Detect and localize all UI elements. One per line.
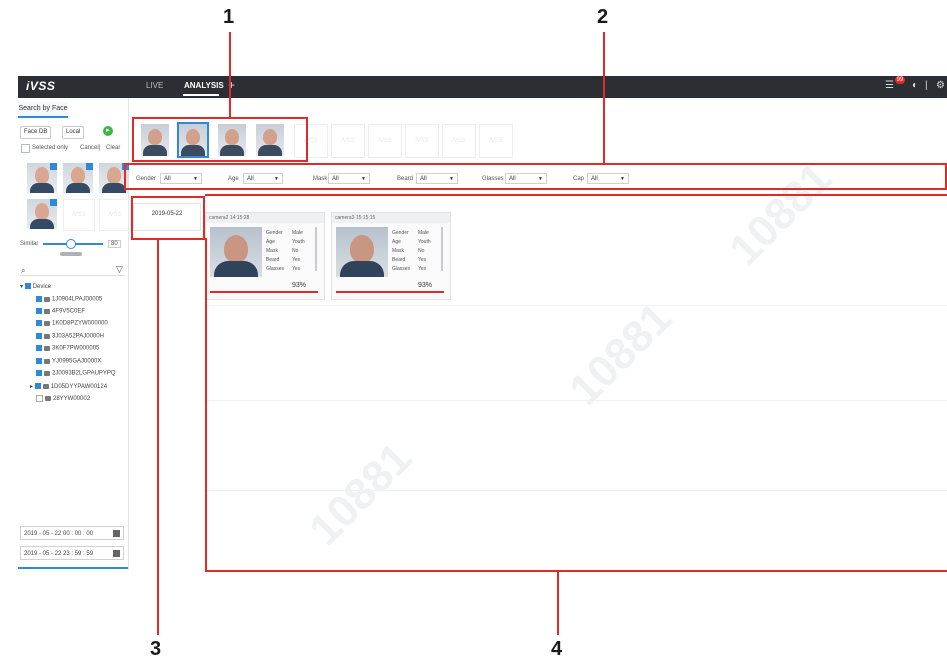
end-time-field[interactable]: 2019 - 05 - 22 23 : 59 : 59: [20, 546, 124, 560]
settings-icon[interactable]: ⚙: [936, 80, 945, 91]
filter-icon[interactable]: ▽: [116, 264, 123, 275]
alarm-badge: 99: [895, 76, 905, 84]
slider-handle[interactable]: [66, 239, 76, 249]
calendar-icon[interactable]: [113, 550, 120, 557]
similarity-value[interactable]: 80: [108, 240, 121, 248]
divider: |: [925, 80, 928, 91]
callout-box-2: [124, 163, 947, 190]
device-label: 3J03A52PAJ0000H: [52, 333, 104, 340]
empty-slot: iVSS: [368, 124, 402, 158]
tab-search-by-face[interactable]: Search by Face: [18, 102, 68, 118]
device-label: 28YYW00002: [53, 396, 91, 403]
device-label: 1D05DYYPAW00124: [50, 384, 108, 390]
empty-slot: iVSS: [63, 199, 95, 231]
face-db-label: Face DB: [24, 129, 48, 135]
device-label: 1J0904LPAJ00005: [52, 296, 103, 303]
tree-device[interactable]: 3K0F7PW000005: [36, 345, 99, 352]
panel-bottom-accent: [18, 567, 128, 569]
local-label: Local: [66, 129, 81, 135]
tree-device[interactable]: 3J03A52PAJ0000H: [36, 333, 104, 340]
empty-slot: iVSS: [331, 124, 365, 158]
tree-root-label: Device: [32, 284, 52, 290]
selected-only-checkbox[interactable]: [21, 144, 30, 153]
end-time-value: 2019 - 05 - 22 23 : 59 : 59: [24, 551, 94, 557]
callout-leader-3: [157, 239, 159, 635]
device-label: YJ0995GAJ0000X: [52, 358, 102, 365]
empty-slot: iVSS: [99, 199, 131, 231]
device-label: 2J0093B2LGPAUPYPQ: [52, 370, 116, 377]
callout-leader-1: [229, 32, 231, 118]
face-thumbnail[interactable]: [27, 199, 57, 229]
search-go-icon[interactable]: ▸: [103, 126, 113, 136]
collapse-handle[interactable]: [60, 252, 82, 256]
cancel-link[interactable]: Cancel: [80, 145, 99, 151]
callout-number-1: 1: [223, 6, 235, 28]
device-search-input[interactable]: [20, 262, 125, 276]
start-time-value: 2019 - 05 - 22 00 : 00 : 00: [24, 531, 94, 537]
search-icon: ⌕: [21, 266, 26, 275]
clear-link[interactable]: Clear: [106, 145, 120, 151]
device-label: 3K0F7PW000005: [52, 345, 100, 352]
callout-number-3: 3: [150, 638, 162, 660]
tree-device[interactable]: ▸ 1D05DYYPAW00124: [30, 383, 107, 390]
tree-device[interactable]: 4F9V5C0EF: [36, 308, 85, 315]
selected-only-label: Selected only: [32, 145, 69, 151]
tree-device[interactable]: 2J0093B2LGPAUPYPQ: [36, 370, 116, 377]
tree-device[interactable]: 1K0D8PZYW000000: [36, 320, 108, 327]
empty-slot: iVSS: [405, 124, 439, 158]
tree-device[interactable]: 1J0904LPAJ00005: [36, 296, 102, 303]
active-tab-indicator: [183, 94, 219, 96]
face-db-button[interactable]: Face DB: [20, 126, 52, 139]
callout-box-4-top: [205, 194, 947, 196]
tab-live[interactable]: LIVE: [146, 81, 163, 90]
empty-slot: iVSS: [442, 124, 476, 158]
callout-box-3: [131, 196, 205, 240]
callout-box-1: [132, 117, 308, 162]
device-label: 4F9V5C0EF: [52, 308, 86, 315]
alarm-list-icon[interactable]: ☰: [885, 80, 894, 91]
callout-box-4: [205, 196, 947, 572]
face-thumbnail[interactable]: [63, 163, 93, 193]
user-icon[interactable]: ◐: [912, 80, 918, 91]
tree-device[interactable]: YJ0995GAJ0000X: [36, 358, 101, 365]
app-logo: iVSS: [26, 79, 56, 93]
empty-slot: iVSS: [479, 124, 513, 158]
calendar-icon[interactable]: [113, 530, 120, 537]
tree-device[interactable]: 28YYW00002: [36, 395, 90, 402]
callout-number-2: 2: [597, 6, 609, 28]
callout-leader-2: [603, 32, 605, 164]
face-thumbnail[interactable]: [27, 163, 57, 193]
callout-box-4-edge: [205, 238, 207, 572]
tree-root[interactable]: ▾ Device: [20, 283, 51, 290]
similarity-label: Similar: [20, 241, 39, 247]
start-time-field[interactable]: 2019 - 05 - 22 00 : 00 : 00: [20, 526, 124, 540]
divider: |: [99, 145, 101, 151]
callout-number-4: 4: [551, 638, 563, 660]
callout-leader-4: [557, 571, 559, 635]
local-button[interactable]: Local: [62, 126, 85, 139]
tab-analysis[interactable]: ANALYSIS: [184, 81, 224, 90]
device-label: 1K0D8PZYW000000: [52, 320, 108, 327]
